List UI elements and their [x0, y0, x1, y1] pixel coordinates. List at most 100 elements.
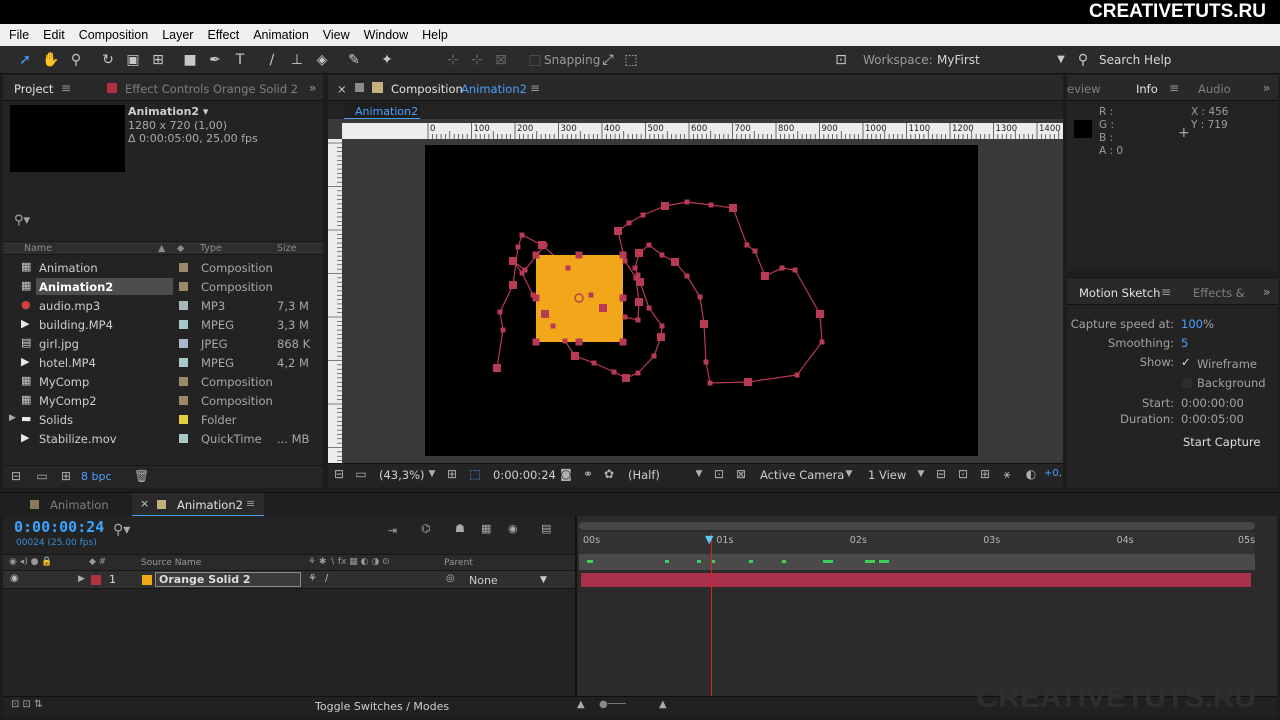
motion-menu-icon[interactable]: ≡ [1161, 285, 1171, 299]
trash-icon[interactable]: 🗑 [134, 469, 149, 483]
toggle-switches-modes-button[interactable]: Toggle Switches / Modes [315, 700, 449, 713]
label-swatch[interactable] [179, 358, 188, 367]
axis-view-icon[interactable]: ⊠ [492, 51, 510, 69]
path-vertex[interactable] [509, 257, 517, 265]
composition-frame[interactable] [425, 145, 978, 456]
list-item[interactable]: ▶ ▬ Solids Folder [3, 410, 323, 429]
path-vertex[interactable] [522, 267, 528, 273]
shy-layers-icon[interactable]: ☗ [455, 522, 465, 535]
zoom-tool-icon[interactable]: ⚲ [67, 51, 85, 69]
comp-subtab[interactable]: Animation2 [344, 102, 420, 120]
current-time-display[interactable]: 0:00:00:24 [493, 468, 556, 482]
camera-tool-icon[interactable]: ▣ [124, 51, 142, 69]
path-vertex[interactable] [519, 232, 525, 238]
path-vertex[interactable] [708, 202, 714, 208]
label-swatch[interactable] [179, 263, 188, 272]
path-vertex[interactable] [744, 242, 750, 248]
layer-name-field[interactable]: Orange Solid 2 [155, 572, 301, 587]
fast-previews-icon[interactable]: ⊡ [956, 467, 970, 481]
start-capture-button[interactable]: Start Capture [1183, 435, 1260, 449]
clone-stamp-tool-icon[interactable]: ⊥ [288, 51, 306, 69]
tab-preview[interactable]: eview [1067, 82, 1101, 96]
new-composition-icon[interactable]: ⊞ [59, 469, 73, 483]
list-item[interactable]: ▦ Animation2 Composition [3, 277, 323, 296]
path-vertex[interactable] [599, 304, 607, 312]
layer-handle[interactable] [619, 338, 627, 346]
path-vertex[interactable] [500, 327, 506, 333]
keyframe-marker[interactable] [879, 560, 889, 563]
mask-visibility-icon[interactable]: ⬚ [468, 467, 482, 481]
axis-local-icon[interactable]: ⊹ [444, 51, 462, 69]
sort-arrow-icon[interactable]: ▲ [158, 243, 165, 254]
keyframe-marker[interactable] [865, 560, 875, 563]
time-navigator[interactable] [579, 522, 1255, 530]
new-folder-icon[interactable]: ▭ [35, 469, 49, 483]
hand-tool-icon[interactable]: ✋ [42, 51, 60, 69]
close-tab-icon[interactable]: × [337, 82, 347, 96]
list-item[interactable]: ▦ Animation Composition [3, 258, 323, 277]
axis-world-icon[interactable]: ⊹ [468, 51, 486, 69]
interpret-footage-icon[interactable]: ⊟ [9, 469, 23, 483]
keyframe-marker[interactable] [782, 560, 786, 563]
layer-row[interactable]: ◉ ▶ 1 Orange Solid 2 ⚘ ∕ ◎ None ▼ [3, 571, 575, 589]
motion-blur-icon[interactable]: ◉ [508, 522, 518, 535]
lock-icon[interactable] [355, 83, 364, 92]
path-vertex[interactable] [684, 199, 690, 205]
path-vertex[interactable] [684, 273, 690, 279]
snap-edges-icon[interactable]: ⤢ [599, 51, 617, 69]
menu-help[interactable]: Help [415, 28, 455, 42]
folder-expand-icon[interactable]: ▶ [9, 413, 16, 423]
workspace-chevron-down-icon[interactable]: ▼ [1052, 51, 1070, 69]
close-timeline-tab-icon[interactable]: × [140, 497, 149, 510]
list-item[interactable]: ▶ building.MP4 MPEG 3,3 M [3, 315, 323, 334]
menu-edit[interactable]: Edit [36, 28, 72, 42]
label-swatch[interactable] [179, 377, 188, 386]
tab-audio[interactable]: Audio [1198, 82, 1231, 96]
label-column-icon[interactable]: ◆ [177, 243, 184, 254]
rotation-tool-icon[interactable]: ↻ [99, 51, 117, 69]
label-swatch[interactable] [179, 434, 188, 443]
path-vertex[interactable] [729, 204, 737, 212]
path-vertex[interactable] [493, 364, 501, 372]
comp-mini-flowchart-icon[interactable]: ⇥ [388, 524, 397, 537]
current-time-indicator[interactable] [711, 534, 712, 716]
layer-label-swatch[interactable] [91, 575, 101, 585]
timeline-footer-icons[interactable]: ⊡ ⊡ ⇅ [11, 699, 43, 710]
time-ruler[interactable]: 00s 01s 02s 03s 04s 05s [579, 532, 1255, 554]
path-vertex[interactable] [659, 323, 665, 329]
layer-handle[interactable] [575, 251, 583, 259]
list-item[interactable]: ▦ MyComp Composition [3, 372, 323, 391]
keyframe-marker[interactable] [823, 560, 833, 563]
comp-panel-menu-icon[interactable]: ≡ [530, 81, 540, 95]
search-icon[interactable]: ⚲ [1074, 51, 1092, 69]
path-vertex[interactable] [646, 242, 652, 248]
layer-handle[interactable] [532, 338, 540, 346]
path-vertex[interactable] [565, 265, 571, 271]
bit-depth-button[interactable]: 8 bpc [81, 470, 112, 483]
path-vertex[interactable] [509, 281, 517, 289]
brush-tool-icon[interactable]: ∕ [263, 51, 281, 69]
tab-composition-label[interactable]: Composition [391, 82, 463, 96]
color-channels-icon[interactable]: ✿ [602, 467, 616, 481]
list-item[interactable]: ▶ hotel.MP4 MPEG 4,2 M [3, 353, 323, 372]
timeline-current-time[interactable]: 0:00:00:24 [14, 518, 104, 536]
path-vertex[interactable] [611, 369, 617, 375]
pick-whip-icon[interactable]: ◎ [446, 573, 455, 584]
path-vertex[interactable] [571, 352, 579, 360]
zoom-slider[interactable]: ●─── [599, 699, 626, 710]
path-vertex[interactable] [635, 298, 643, 306]
project-search-icon[interactable]: ⚲▾ [14, 213, 30, 228]
panel-overflow-icon[interactable]: » [309, 81, 316, 95]
layer-handle[interactable] [532, 294, 540, 302]
search-help-input[interactable]: Search Help [1099, 53, 1171, 67]
path-vertex[interactable] [635, 249, 643, 257]
background-checkbox[interactable] [1182, 378, 1192, 388]
path-vertex[interactable] [622, 258, 628, 264]
menu-file[interactable]: File [2, 28, 36, 42]
exposure-value[interactable]: +0, [1044, 468, 1062, 479]
label-swatch[interactable] [179, 396, 188, 405]
list-item[interactable]: ● audio.mp3 MP3 7,3 M [3, 296, 323, 315]
roto-brush-tool-icon[interactable]: ✎ [345, 51, 363, 69]
path-vertex[interactable] [792, 267, 798, 273]
path-vertex[interactable] [816, 310, 824, 318]
